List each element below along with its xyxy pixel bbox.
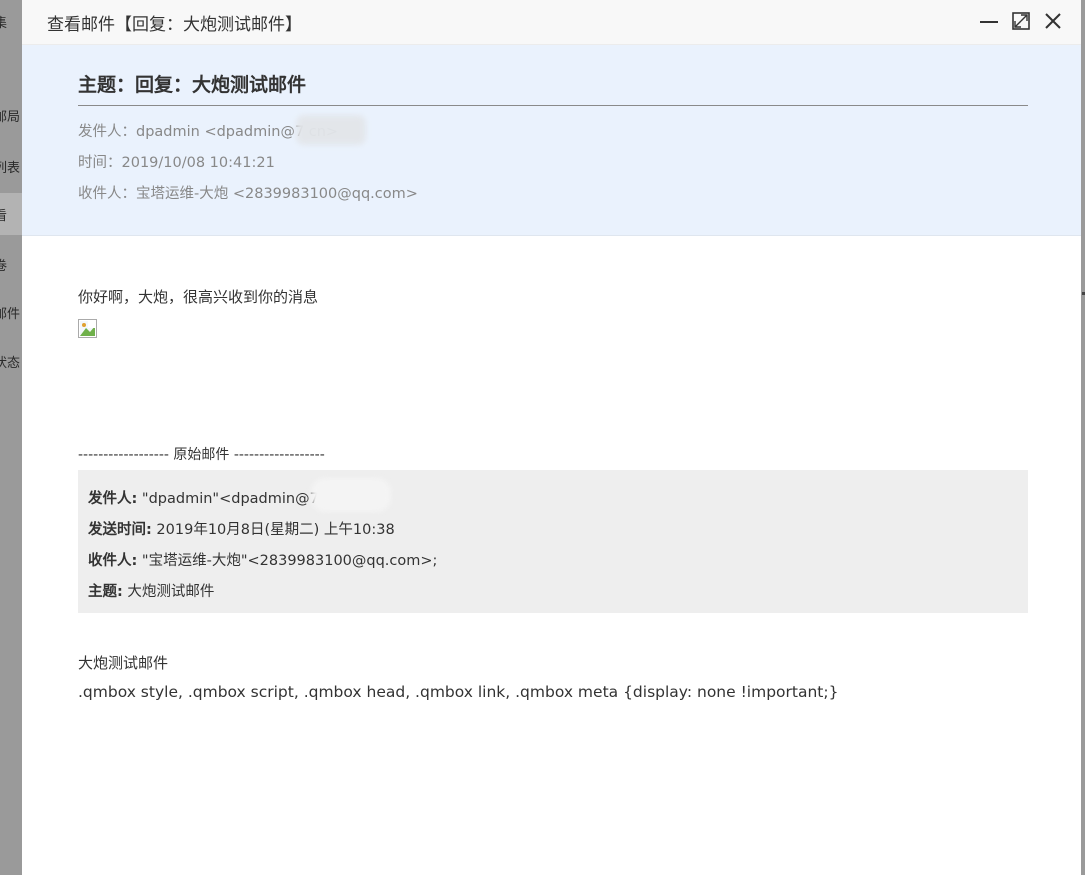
quote-from-label: 发件人: [88, 491, 138, 507]
mail-subject: 主题：回复：大炮测试邮件 [78, 70, 1028, 106]
background-sidebar: 集 邮局 列表 看 卷 邮件 状态 [0, 0, 22, 875]
bg-item-6: 状态 [0, 356, 21, 371]
original-mail-body: 大炮测试邮件 [78, 654, 169, 672]
bg-item-5: 邮件 [0, 307, 21, 322]
bg-item-2: 列表 [0, 161, 21, 176]
dialog-titlebar: 查看邮件【回复：大炮测试邮件】 [22, 0, 1081, 45]
quote-subject-value: 大炮测试邮件 [122, 584, 215, 600]
mail-greeting: 你好啊，大炮，很高兴收到你的消息 [78, 288, 319, 306]
quote-sent-value: 2019年10月8日(星期二) 上午10:38 [151, 522, 395, 538]
css-leak-text: .qmbox style, .qmbox script, .qmbox head… [78, 683, 839, 701]
quote-sent-label: 发送时间: [88, 522, 152, 538]
bg-item-3: 看 [0, 193, 22, 235]
view-mail-dialog: 查看邮件【回复：大炮测试邮件】 主题：回复：大炮测试邮件 发件人：dpadmin… [22, 0, 1081, 875]
quote-to-value: "宝塔运维-大炮"<2839983100@qq.com>; [137, 553, 438, 569]
background-right-edge [1081, 0, 1085, 875]
bg-item-1: 邮局 [0, 110, 21, 125]
bg-item-4: 卷 [0, 259, 8, 274]
quoted-header-box: 发件人: "dpadmin"<dpadmin@7 n>; 发送时间: 2019年… [78, 470, 1028, 613]
redaction-blur [296, 115, 366, 145]
original-mail-divider: ------------------ 原始邮件 ----------------… [78, 447, 325, 463]
maximize-icon[interactable] [1010, 10, 1032, 32]
bg-item-0: 集 [0, 16, 8, 31]
mail-time: 时间：2019/10/08 10:41:21 [78, 155, 275, 171]
mail-header: 主题：回复：大炮测试邮件 发件人：dpadmin <dpadmin@7 cn> … [22, 45, 1081, 236]
quote-subject-label: 主题: [88, 584, 123, 600]
quote-to: 收件人: "宝塔运维-大炮"<2839983100@qq.com>; [88, 549, 437, 570]
dialog-title: 查看邮件【回复：大炮测试邮件】 [47, 15, 302, 35]
mail-to: 收件人：宝塔运维-大炮 <2839983100@qq.com> [78, 186, 418, 202]
redaction-blur-quote [311, 478, 391, 512]
minimize-icon[interactable] [978, 10, 1000, 32]
quote-subject: 主题: 大炮测试邮件 [88, 580, 214, 601]
close-icon[interactable] [1042, 10, 1064, 32]
quote-to-label: 收件人: [88, 553, 138, 569]
quote-sent-time: 发送时间: 2019年10月8日(星期二) 上午10:38 [88, 518, 395, 539]
broken-image-icon [78, 319, 98, 339]
